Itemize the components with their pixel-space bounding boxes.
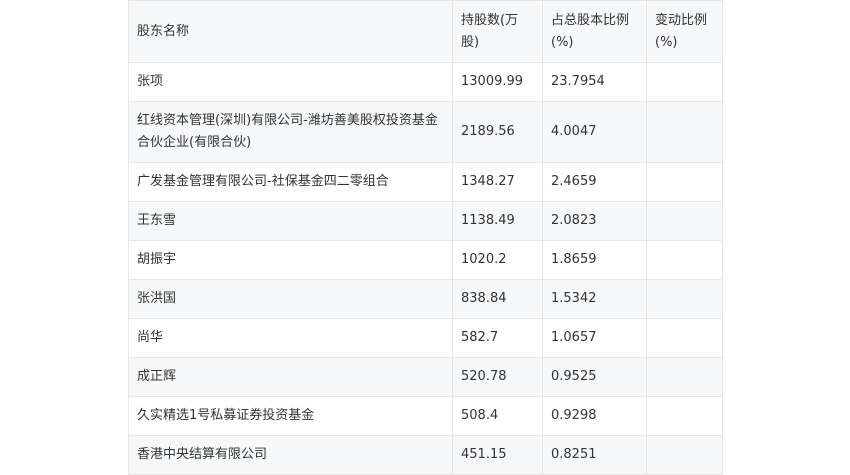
cell-change	[646, 318, 723, 358]
cell-ratio: 2.0823	[542, 201, 647, 241]
cell-ratio: 1.0657	[542, 318, 647, 358]
cell-change	[646, 240, 723, 280]
cell-change	[646, 357, 723, 397]
cell-name: 广发基金管理有限公司-社保基金四二零组合	[128, 162, 453, 202]
cell-name: 张洪国	[128, 279, 453, 319]
cell-ratio: 0.9298	[542, 396, 647, 436]
cell-ratio: 1.8659	[542, 240, 647, 280]
cell-shares: 2189.56	[452, 101, 543, 163]
cell-shares: 520.78	[452, 357, 543, 397]
header-shares: 持股数(万股)	[452, 0, 543, 63]
cell-name: 红线资本管理(深圳)有限公司-潍坊善美股权投资基金合伙企业(有限合伙)	[128, 101, 453, 163]
cell-change	[646, 62, 723, 102]
cell-shares: 582.7	[452, 318, 543, 358]
cell-shares: 451.15	[452, 435, 543, 475]
table-row: 香港中央结算有限公司 451.15 0.8251	[128, 435, 723, 475]
cell-ratio: 0.8251	[542, 435, 647, 475]
cell-ratio: 0.9525	[542, 357, 647, 397]
cell-name: 王东雪	[128, 201, 453, 241]
shareholder-table: 股东名称 持股数(万股) 占总股本比例(%) 变动比例(%) 张项 13009.…	[128, 0, 723, 475]
cell-name: 香港中央结算有限公司	[128, 435, 453, 475]
cell-shares: 838.84	[452, 279, 543, 319]
cell-shares: 1348.27	[452, 162, 543, 202]
cell-change	[646, 396, 723, 436]
table-row: 广发基金管理有限公司-社保基金四二零组合 1348.27 2.4659	[128, 162, 723, 202]
cell-name: 张项	[128, 62, 453, 102]
cell-change	[646, 279, 723, 319]
cell-name: 胡振宇	[128, 240, 453, 280]
header-ratio: 占总股本比例(%)	[542, 0, 647, 63]
table-row: 张洪国 838.84 1.5342	[128, 279, 723, 319]
table-row: 成正辉 520.78 0.9525	[128, 357, 723, 397]
cell-ratio: 1.5342	[542, 279, 647, 319]
cell-name: 久实精选1号私募证券投资基金	[128, 396, 453, 436]
cell-ratio: 2.4659	[542, 162, 647, 202]
cell-ratio: 4.0047	[542, 101, 647, 163]
cell-ratio: 23.7954	[542, 62, 647, 102]
table-row: 红线资本管理(深圳)有限公司-潍坊善美股权投资基金合伙企业(有限合伙) 2189…	[128, 101, 723, 163]
table-header-row: 股东名称 持股数(万股) 占总股本比例(%) 变动比例(%)	[128, 0, 723, 63]
cell-change	[646, 101, 723, 163]
table-row: 张项 13009.99 23.7954	[128, 62, 723, 102]
cell-shares: 13009.99	[452, 62, 543, 102]
cell-change	[646, 201, 723, 241]
cell-change	[646, 435, 723, 475]
header-change: 变动比例(%)	[646, 0, 723, 63]
cell-name: 尚华	[128, 318, 453, 358]
cell-shares: 508.4	[452, 396, 543, 436]
cell-change	[646, 162, 723, 202]
cell-name: 成正辉	[128, 357, 453, 397]
table-row: 胡振宇 1020.2 1.8659	[128, 240, 723, 280]
shareholder-table-container: 股东名称 持股数(万股) 占总股本比例(%) 变动比例(%) 张项 13009.…	[128, 0, 723, 475]
table-row: 尚华 582.7 1.0657	[128, 318, 723, 358]
cell-shares: 1138.49	[452, 201, 543, 241]
header-shareholder-name: 股东名称	[128, 0, 453, 63]
cell-shares: 1020.2	[452, 240, 543, 280]
table-row: 王东雪 1138.49 2.0823	[128, 201, 723, 241]
table-row: 久实精选1号私募证券投资基金 508.4 0.9298	[128, 396, 723, 436]
